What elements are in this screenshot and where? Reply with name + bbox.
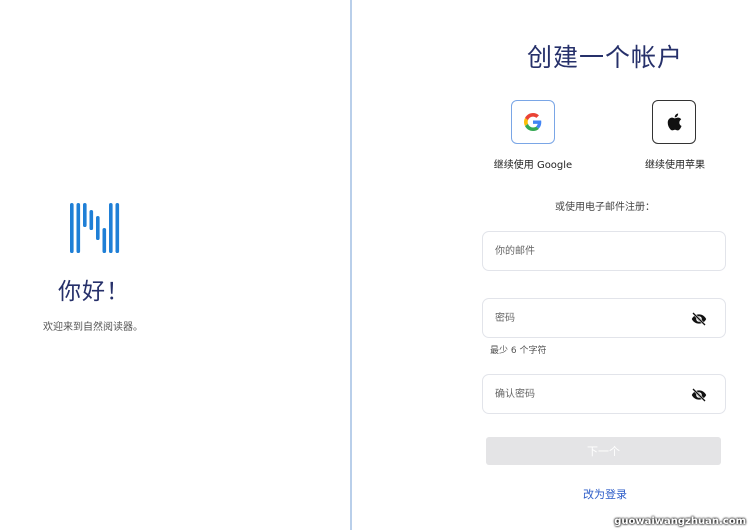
page-title: 创建一个帐户 [526,43,683,72]
apple-signin-label[interactable]: 继续使用苹果 [620,156,730,171]
password-field-wrapper [482,298,726,338]
apple-icon [667,113,682,131]
welcome-text: 欢迎来到自然阅读器。 [43,322,143,333]
email-field-wrapper [482,231,726,271]
greeting-heading: 你好！ [58,279,130,305]
watermark: guowaiwangzhuan.com [614,516,746,527]
google-signin-label[interactable]: 继续使用 Google [478,156,588,171]
eye-slash-icon[interactable] [691,311,707,327]
confirm-password-field[interactable] [495,375,685,413]
password-hint: 最少 6 个字符 [490,346,547,356]
apple-signin-button[interactable] [652,100,696,144]
email-field[interactable] [495,232,685,270]
email-signup-caption: 或使用电子邮件注册： [555,202,655,213]
password-field[interactable] [495,299,685,337]
eye-slash-icon[interactable] [691,387,707,403]
panel-divider [350,0,352,530]
google-signin-button[interactable] [511,100,555,144]
naturalreader-logo-icon [70,203,120,253]
login-link[interactable]: 改为登录 [480,486,730,502]
confirm-password-wrapper [482,374,726,414]
next-button[interactable]: 下一个 [486,437,721,465]
welcome-panel: 你好！ 欢迎来到自然阅读器。 [0,0,350,530]
google-icon [524,113,542,131]
